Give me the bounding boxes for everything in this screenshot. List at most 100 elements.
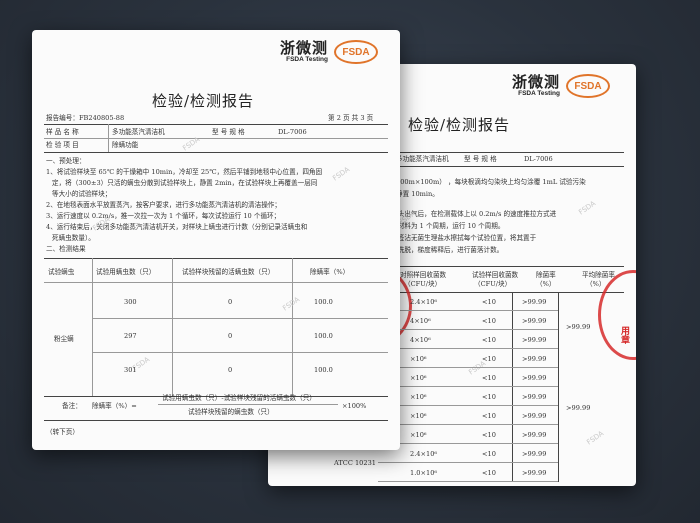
- row-divider: [378, 386, 558, 387]
- step-text: 死螨虫数量）。: [52, 234, 95, 242]
- text-line: 灭菌棉签沾无菌生理盐水擦拭每个试验位置，将其置于: [378, 234, 537, 242]
- row-divider: [378, 424, 558, 425]
- table-cell: 2.4×10⁶: [410, 298, 438, 306]
- divider: [292, 258, 293, 396]
- brand-logo: 浙微测 FSDA Testing FSDA: [280, 40, 378, 64]
- divider: [512, 292, 513, 482]
- divider: [44, 152, 388, 153]
- divider: [558, 292, 559, 482]
- brand-name-cn: 浙微测: [511, 73, 560, 91]
- continued-note: （转下页）: [46, 428, 79, 436]
- model-label: 型 号 规 格: [464, 155, 497, 163]
- row-divider: [378, 481, 558, 482]
- table-cell: <10: [482, 431, 496, 439]
- table-cell: 100.0: [314, 298, 333, 306]
- table-cell: >99.99: [522, 317, 547, 325]
- step-text: 3、运行速度以 0.2m/s，推一次拉一次为 1 个循环，每次试验运行 10 个…: [46, 212, 281, 220]
- row-divider: [378, 443, 558, 444]
- divider: [92, 258, 93, 396]
- formula-multiplier: ×100%: [342, 402, 367, 410]
- divider: [44, 282, 388, 283]
- col-header: 试验样块残留的活螨虫数（只）: [182, 268, 275, 276]
- model-value: DL-7006: [524, 155, 553, 163]
- divider: [378, 266, 624, 267]
- col-header: （%）: [536, 280, 556, 288]
- report-number: 报告编号：FB240805-88: [46, 114, 125, 122]
- divider: [44, 258, 388, 259]
- col-header: 试验螨虫: [48, 268, 75, 276]
- table-cell: <10: [482, 393, 496, 401]
- table-cell: <10: [482, 336, 496, 344]
- page-title: 检验/检测报告: [152, 92, 255, 110]
- row-divider: [378, 329, 558, 330]
- divider: [378, 166, 624, 167]
- col-header: （%）: [586, 280, 606, 288]
- table-cell: ×10⁶: [410, 412, 427, 420]
- col-header: 试验用螨虫数（只）: [96, 268, 156, 276]
- table-cell: ×10⁶: [410, 393, 427, 401]
- col-header: 试验样回收菌数: [472, 271, 519, 279]
- brand-logo: 浙微测 FSDA Testing FSDA: [512, 74, 610, 98]
- table-cell: 0: [228, 332, 233, 340]
- divider: [172, 258, 173, 396]
- table-cell: ×10⁶: [410, 355, 427, 363]
- table-cell: 4×10⁶: [410, 336, 431, 344]
- col-header: 除菌率: [536, 271, 556, 279]
- section-heading: 二、检测结果: [46, 245, 86, 253]
- table-cell: 4×10⁶: [410, 317, 431, 325]
- table-cell: ×10⁶: [410, 431, 427, 439]
- brand-name-en: FSDA Testing: [518, 90, 560, 97]
- table-cell: <10: [482, 412, 496, 420]
- table-cell: 1.0×10⁶: [410, 469, 438, 477]
- table-cell: >99.99: [522, 336, 547, 344]
- step-text: 1、将试验样块至 65℃ 的干燥箱中 10min，冷却至 25℃，然后平铺到地毯…: [46, 168, 323, 176]
- table-cell: >99.99: [522, 450, 547, 458]
- row-divider: [378, 405, 558, 406]
- col-header: 平均除菌率: [582, 271, 615, 279]
- watermark: FSDA: [577, 199, 598, 217]
- col-header: 对照样回收菌数: [400, 271, 447, 279]
- text-line: 100m×100m）: [396, 178, 446, 186]
- watermark: FSDA: [585, 429, 606, 447]
- table-cell: >99.99: [522, 298, 547, 306]
- table-cell: <10: [482, 317, 496, 325]
- table-cell: 2.4×10⁶: [410, 450, 438, 458]
- row-divider: [378, 462, 558, 463]
- table-cell: <10: [482, 298, 496, 306]
- row-divider: [378, 310, 558, 311]
- divider: [44, 420, 388, 421]
- table-cell: ×10⁶: [410, 374, 427, 382]
- table-cell: 100.0: [314, 366, 333, 374]
- formula-denominator: 试验样块残留的螨虫数（只）: [188, 408, 274, 416]
- table-cell: >99.99: [522, 469, 547, 477]
- table-cell: <10: [482, 469, 496, 477]
- table-cell: <10: [482, 374, 496, 382]
- mite-species: 粉尘螨: [54, 335, 74, 343]
- table-cell: 297: [124, 332, 137, 340]
- fraction-bar: [158, 404, 338, 405]
- step-text: 等大小的试验样块；: [52, 190, 112, 198]
- row-divider: [92, 352, 388, 353]
- step-text: 2、在地毯表面水平放置蒸汽，按客户要求，进行多功能蒸汽清洁机的清洁操作；: [46, 201, 281, 209]
- table-cell: >99.99: [522, 431, 547, 439]
- text-line: ，每块根滴均匀染块上均匀涂覆 1mL 试验污染: [448, 178, 586, 186]
- fsda-logo-icon: FSDA: [566, 74, 610, 98]
- table-cell: 301: [124, 366, 137, 374]
- table-cell: 100.0: [314, 332, 333, 340]
- sample-name: 多功能蒸汽清洁机: [112, 128, 165, 136]
- brand-name-en: FSDA Testing: [286, 56, 328, 63]
- divider: [378, 292, 624, 293]
- table-cell: 300: [124, 298, 137, 306]
- formula-label: 除螨率（%）=: [92, 402, 137, 410]
- model-value: DL-7006: [278, 128, 307, 136]
- row-divider: [378, 367, 558, 368]
- avg-rate: >99.99: [566, 323, 591, 331]
- divider: [44, 124, 388, 125]
- page-title: 检验/检测报告: [408, 116, 511, 134]
- formula-numerator: 试验用螨虫数（只）-试验样块残留的活螨虫数（只）: [162, 394, 316, 402]
- seal-text: 用章: [619, 326, 629, 344]
- brand-name-cn: 浙微测: [279, 39, 328, 57]
- fsda-logo-icon: FSDA: [334, 40, 378, 64]
- table-cell: <10: [482, 450, 496, 458]
- strain-id: ATCC 10231: [334, 459, 376, 467]
